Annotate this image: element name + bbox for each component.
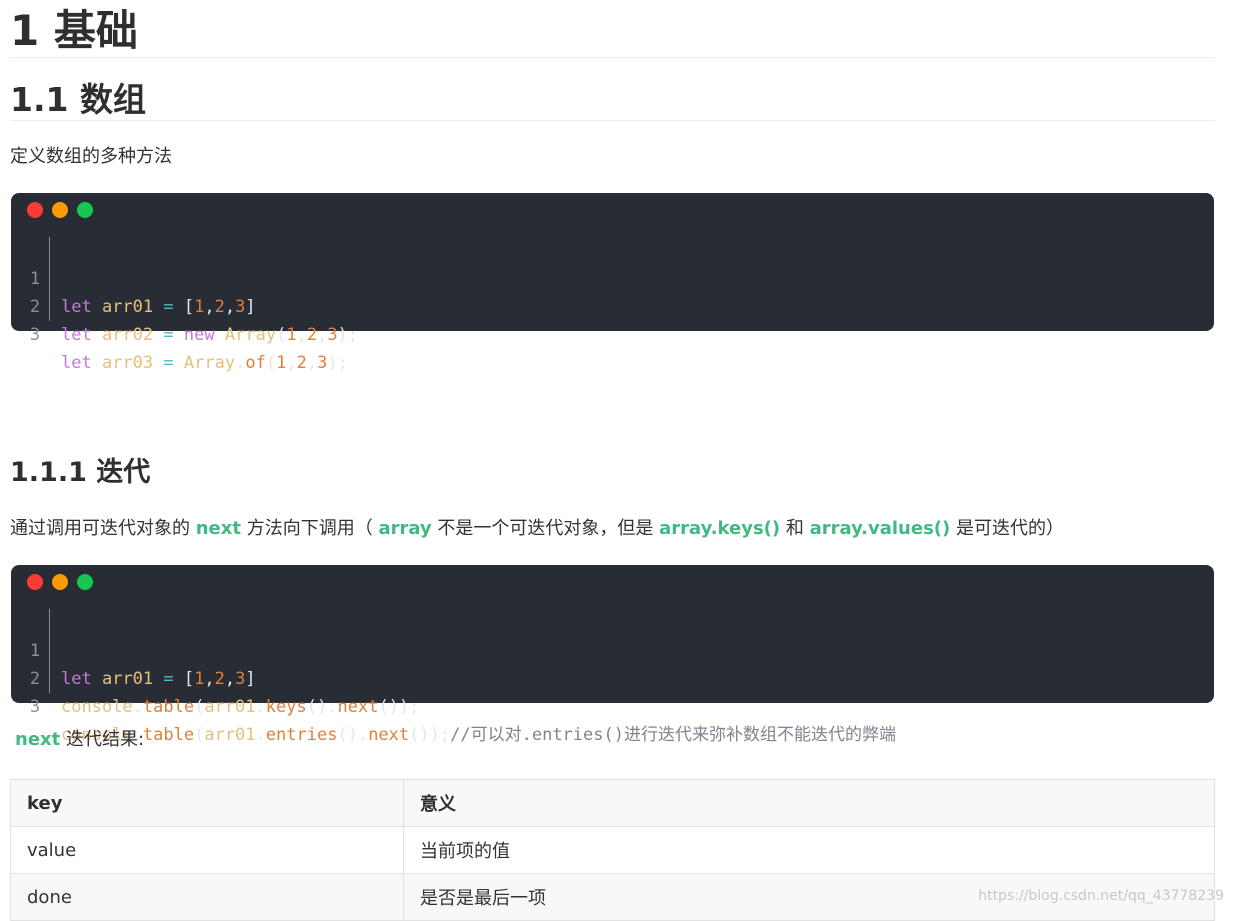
text-segment: 迭代结果: [60,729,145,750]
table-row: value 当前项的值 [10,826,1215,874]
code-line: 1 let arr01 = [1,2,3] [11,237,256,317]
inline-code-highlight: array.keys() [659,518,781,539]
watermark: https://blog.csdn.net/qq_43778239 [978,888,1224,904]
section-heading: 1.1 数组 [10,80,146,119]
code-block: 1 let arr01 = [1,2,3] 2 let arr02 = new … [11,193,1214,373]
code-line-text: let arr02 = new Array(1,2,3); [61,325,359,345]
code-line-text: console.table(arr01.keys().next()); [61,697,420,717]
subsection-heading: 1.1.1 迭代 [10,457,151,488]
inline-code-highlight: next [15,729,61,750]
text-segment: 不是一个可迭代对象，但是 [431,518,660,539]
code-line-text: let arr03 = Array.of(1,2,3); [61,353,348,373]
inline-code-highlight: array.values() [809,518,951,539]
code-line-text: let arr01 = [1,2,3] [61,297,256,317]
code-line-text: let arr01 = [1,2,3] [61,669,256,689]
code-block: 1 let arr01 = [1,2,3] 2 console.table(ar… [11,565,1214,745]
table-header-row: key 意义 [10,779,1215,827]
heading-divider [10,120,1215,121]
code-line: 1 let arr01 = [1,2,3] [11,609,256,689]
window-close-dot-icon [27,574,43,590]
text-segment: 是可迭代的） [950,518,1064,539]
window-minimize-dot-icon [52,202,68,218]
line-number: 3 [29,697,41,717]
text-segment: 通过调用可迭代对象的 [10,518,196,539]
page-title: 1 基础 [10,6,138,55]
heading-divider [10,57,1215,58]
table-header-cell: key [10,779,404,827]
table-header-cell: 意义 [403,779,1215,827]
text-segment: 和 [780,518,810,539]
iteration-paragraph: 通过调用可迭代对象的 next 方法向下调用（ array 不是一个可迭代对象，… [10,516,1064,542]
table-cell: 当前项的值 [403,826,1215,874]
text-segment: 方法向下调用（ [240,518,379,539]
result-paragraph: next 迭代结果: [15,727,144,753]
window-close-dot-icon [27,202,43,218]
window-maximize-dot-icon [77,202,93,218]
window-minimize-dot-icon [52,574,68,590]
window-maximize-dot-icon [77,574,93,590]
code-line: 3 console.table(arr01.entries().next());… [11,665,896,745]
inline-code-highlight: array [378,518,432,539]
line-number: 3 [29,325,41,345]
inline-code-highlight: next [195,518,241,539]
intro-paragraph: 定义数组的多种方法 [10,146,172,167]
table-cell: done [10,873,404,921]
code-line: 2 console.table(arr01.keys().next()); [11,637,420,717]
code-line: 2 let arr02 = new Array(1,2,3); [11,265,358,345]
code-line-text: console.table(arr01.entries().next());//… [61,725,896,745]
code-line: 3 let arr03 = Array.of(1,2,3); [11,293,348,373]
table-cell: value [10,826,404,874]
